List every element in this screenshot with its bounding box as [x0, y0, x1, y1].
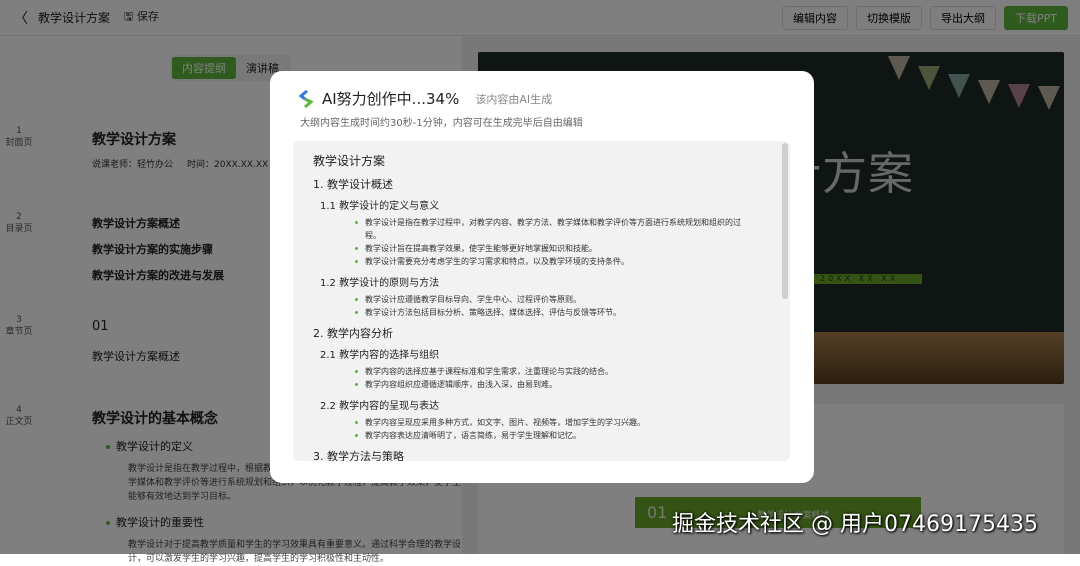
- dialog-subtitle: 大纲内容生成时间约30秒-1分钟，内容可在生成完毕后自由编辑: [300, 118, 583, 129]
- outline-point: 教学设计是指在教学过程中，对教学内容、教学方法、教学媒体和教学评价等方面进行系统…: [355, 216, 755, 242]
- outline-subsection: 2.2 教学内容的呈现与表达: [320, 401, 440, 412]
- outline-point: 教学内容组织应遵循逻辑顺序，由浅入深，由易到难。: [355, 378, 755, 391]
- outline-section: 3. 教学方法与策略: [313, 450, 404, 461]
- outline-point: 教学内容的选择应基于课程标准和学生需求，注重理论与实践的结合。: [355, 365, 755, 378]
- outline-point: 教学内容呈现应采用多种方式，如文字、图片、视频等，增加学生的学习兴趣。: [355, 416, 755, 429]
- outline-subsection: 1.1 教学设计的定义与意义: [320, 201, 440, 212]
- ai-logo-icon: [298, 89, 314, 108]
- outline-root: 教学设计方案: [313, 154, 386, 168]
- ai-generation-dialog: AI努力创作中...34% 该内容由AI生成 大纲内容生成时间约30秒-1分钟，…: [270, 71, 814, 483]
- outline-section: 2. 教学内容分析: [313, 327, 393, 340]
- scrollbar[interactable]: [782, 143, 788, 299]
- outline-preview[interactable]: 教学设计方案 1. 教学设计概述 1.1 教学设计的定义与意义 教学设计是指在教…: [293, 141, 790, 461]
- outline-point: 教学设计需要充分考虑学生的学习需求和特点，以及教学环境的支持条件。: [355, 255, 755, 268]
- progress-title: AI努力创作中...34%: [322, 90, 460, 108]
- outline-point: 教学设计应遵循教学目标导向、学生中心、过程评价等原则。: [355, 293, 755, 306]
- watermark: 掘金技术社区 @ 用户07469175435: [672, 512, 1038, 537]
- outline-point: 教学内容表达应清晰明了，语言简练，易于学生理解和记忆。: [355, 429, 755, 442]
- outline-point: 教学设计方法包括目标分析、策略选择、媒体选择、评估与反馈等环节。: [355, 306, 755, 319]
- outline-subsection: 2.1 教学内容的选择与组织: [320, 350, 440, 361]
- outline-point: 教学设计旨在提高教学效果，使学生能够更好地掌握知识和技能。: [355, 242, 755, 255]
- outline-section: 1. 教学设计概述: [313, 178, 393, 191]
- outline-subsection: 1.2 教学设计的原则与方法: [320, 278, 440, 289]
- ai-note: 该内容由AI生成: [475, 92, 553, 106]
